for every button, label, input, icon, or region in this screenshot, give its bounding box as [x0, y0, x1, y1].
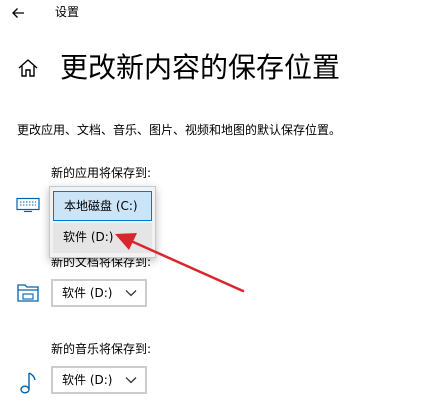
documents-location-dropdown[interactable]: 软件 (D:): [51, 279, 147, 307]
title-bar: 设置: [0, 0, 431, 26]
music-note-icon: [20, 372, 36, 394]
chevron-down-icon: [125, 290, 137, 297]
music-location-value: 软件 (D:): [62, 373, 113, 387]
music-location-dropdown[interactable]: 软件 (D:): [51, 366, 147, 394]
chevron-down-icon: [125, 377, 137, 384]
page-title: 更改新内容的保存位置: [60, 51, 341, 84]
folder-icon: [17, 284, 39, 302]
option-local-disk-c[interactable]: 本地磁盘 (C:): [53, 191, 152, 221]
back-button[interactable]: [8, 3, 28, 23]
window-title: 设置: [55, 5, 80, 19]
monitor-icon: [16, 197, 40, 213]
apps-location-dropdown-list: 本地磁盘 (C:) 软件 (D:): [49, 186, 156, 258]
home-icon[interactable]: [17, 57, 39, 79]
option-software-d[interactable]: 软件 (D:): [53, 223, 152, 253]
documents-location-value: 软件 (D:): [62, 286, 113, 300]
page-description: 更改应用、文档、音乐、图片、视频和地图的默认保存位置。: [17, 123, 342, 137]
music-save-label: 新的音乐将保存到:: [51, 342, 152, 356]
option-label: 软件 (D:): [63, 230, 114, 244]
apps-save-label: 新的应用将保存到:: [51, 166, 152, 180]
back-arrow-icon: [12, 8, 24, 18]
option-label: 本地磁盘 (C:): [64, 199, 138, 213]
